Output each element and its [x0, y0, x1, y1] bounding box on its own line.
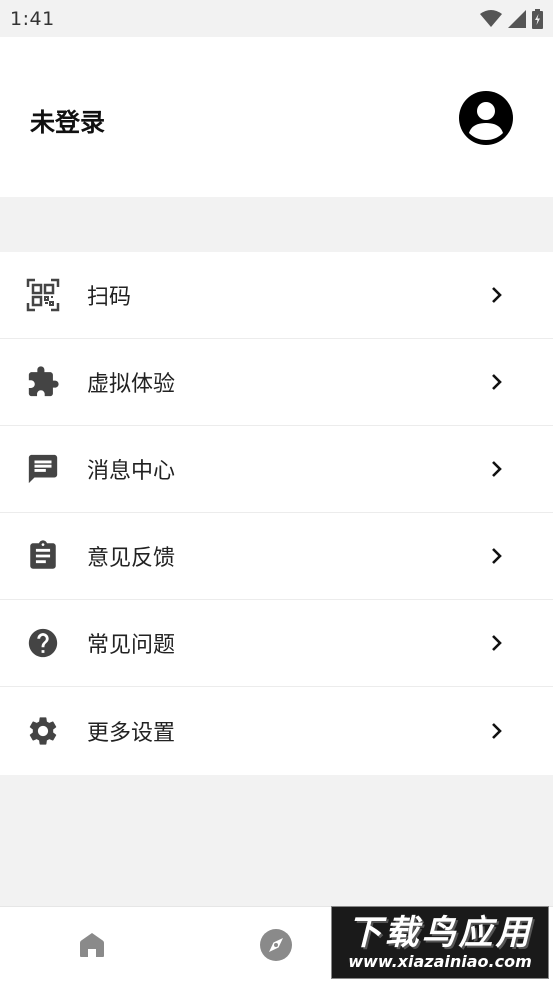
- menu-item-label: 扫码: [87, 285, 132, 310]
- status-bar: 1:41: [0, 0, 553, 37]
- signal-icon: [508, 9, 526, 28]
- avatar-icon[interactable]: [458, 90, 514, 146]
- menu-item-label: 虚拟体验: [87, 372, 176, 397]
- wifi-icon: [480, 9, 502, 27]
- watermark-title: 下载鸟应用: [347, 912, 533, 953]
- gear-icon: [25, 713, 61, 749]
- status-icons: [480, 8, 543, 29]
- help-icon: [25, 625, 61, 661]
- message-icon: [25, 451, 61, 487]
- battery-icon: [532, 8, 543, 29]
- compass-icon[interactable]: [259, 928, 293, 962]
- menu-item-scan[interactable]: 扫码: [0, 252, 553, 339]
- menu-item-faq[interactable]: 常见问题: [0, 600, 553, 687]
- menu-item-message-center[interactable]: 消息中心: [0, 426, 553, 513]
- chevron-right-icon: [492, 461, 502, 477]
- chevron-right-icon: [492, 548, 502, 564]
- chevron-right-icon: [492, 374, 502, 390]
- profile-name: 未登录: [30, 108, 106, 137]
- home-icon[interactable]: [76, 929, 108, 961]
- watermark-url: www.xiazainiao.com: [348, 951, 532, 971]
- menu-item-more-settings[interactable]: 更多设置: [0, 687, 553, 775]
- chevron-right-icon: [492, 635, 502, 651]
- menu-item-label: 消息中心: [87, 459, 176, 484]
- menu-item-virtual-experience[interactable]: 虚拟体验: [0, 339, 553, 426]
- menu-item-feedback[interactable]: 意见反馈: [0, 513, 553, 600]
- qr-scan-icon: [25, 277, 61, 313]
- puzzle-icon: [25, 364, 61, 400]
- menu-item-label: 意见反馈: [87, 546, 176, 571]
- chevron-right-icon: [492, 723, 502, 739]
- clipboard-icon: [25, 538, 61, 574]
- menu-list: 扫码 虚拟体验 消息中心 意见反馈 常见问题 更多设置: [0, 252, 553, 775]
- menu-item-label: 常见问题: [87, 633, 176, 658]
- profile-header[interactable]: 未登录: [0, 37, 553, 197]
- menu-item-label: 更多设置: [87, 721, 176, 746]
- watermark-logo: 下载鸟应用 www.xiazainiao.com: [331, 906, 549, 979]
- chevron-right-icon: [492, 287, 502, 303]
- status-time: 1:41: [10, 7, 55, 30]
